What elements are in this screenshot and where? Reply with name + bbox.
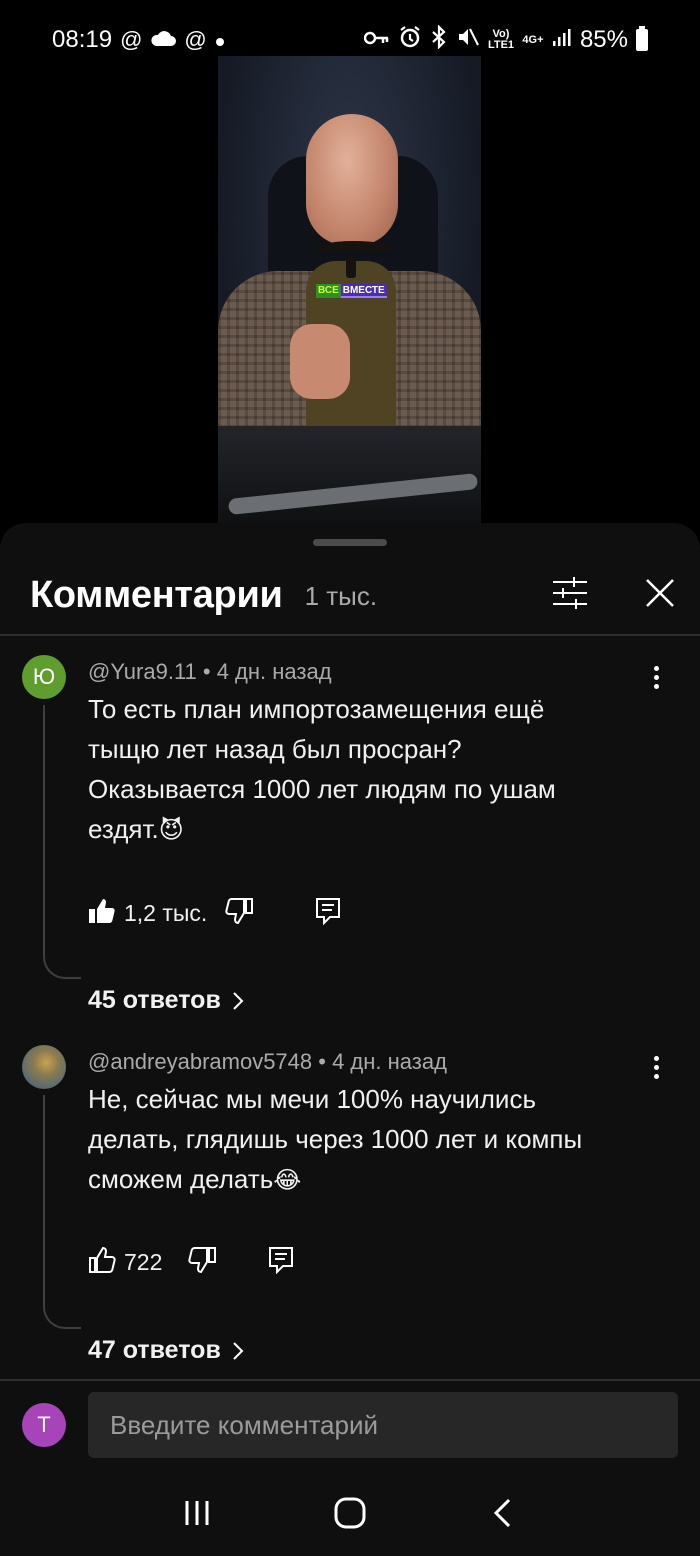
back-icon (494, 1498, 511, 1528)
close-icon (646, 579, 674, 607)
comment-input[interactable] (88, 1392, 678, 1458)
reply-button[interactable] (268, 1246, 294, 1279)
comment-line: тыщю лет назад был просран? (88, 734, 462, 764)
avatar[interactable] (22, 1045, 66, 1089)
alarm-icon (398, 25, 422, 56)
thumbs-up-filled-icon (89, 898, 115, 923)
comment-actions: 1,2 тыс. (88, 896, 341, 930)
recent-apps-button[interactable] (167, 1483, 227, 1543)
comment-text: Не, сейчас мы мечи 100% научились делать… (88, 1079, 668, 1201)
dislike-button[interactable] (225, 897, 254, 930)
status-right: Vo) LTE1 4G+ 85% (363, 23, 648, 56)
chevron-right-icon (233, 991, 244, 1010)
bluetooth-icon (430, 23, 448, 56)
comments-header: Комментарии 1 тыс. (30, 567, 674, 623)
video-player[interactable]: ВСЕ ВМЕСТЕ (218, 56, 481, 524)
video-caption: ВСЕ ВМЕСТЕ (316, 284, 387, 298)
caption-word-1: ВСЕ (316, 284, 341, 298)
comment-actions: 722 (88, 1245, 294, 1279)
dot (653, 683, 659, 689)
drag-handle[interactable] (313, 539, 387, 546)
clock: 08:19 (52, 26, 113, 53)
comment-line: Не, сейчас мы мечи 100% научились (88, 1084, 537, 1114)
like-count: 1,2 тыс. (124, 899, 208, 926)
comment-line-text: сможем делать (88, 1164, 274, 1194)
comment-line: Оказывается 1000 лет людям по ушам (88, 774, 556, 804)
video-goatee (346, 256, 356, 278)
system-nav-bar (0, 1470, 700, 1556)
thumbs-down-icon (225, 897, 254, 924)
comment-line: сможем делать😂 (88, 1159, 668, 1201)
like-count: 722 (124, 1248, 163, 1275)
dot-icon (215, 26, 225, 54)
screen: 08:19 @ @ Vo) LTE1 4G+ 85% ВСЕ ВМЕСТЕ Ко… (0, 0, 700, 1556)
comment-meta[interactable]: @Yura9.11 • 4 дн. назад (88, 659, 332, 685)
replies-link[interactable]: 47 ответов (88, 1336, 245, 1365)
caption-word-2: ВМЕСТЕ (340, 284, 387, 298)
thread-line (43, 1095, 81, 1329)
thread-line (43, 705, 81, 979)
replies-count: 47 ответов (88, 1336, 221, 1364)
recent-apps-icon (185, 1501, 209, 1525)
thumbs-down-icon (188, 1246, 217, 1273)
home-button[interactable] (320, 1483, 380, 1543)
battery-icon (636, 26, 648, 51)
replies-link[interactable]: 45 ответов (88, 986, 245, 1015)
dot (653, 665, 659, 671)
comments-count: 1 тыс. (304, 581, 378, 611)
at-icon: @ (120, 27, 143, 52)
video-fist (290, 324, 350, 399)
reply-icon (269, 1246, 294, 1274)
signal-icon (552, 26, 572, 54)
status-left: 08:19 @ @ (52, 26, 225, 54)
user-avatar: Т (22, 1403, 66, 1447)
reply-icon (316, 897, 341, 925)
reply-button[interactable] (315, 897, 341, 930)
dot (653, 1073, 659, 1079)
like-button[interactable] (88, 1246, 116, 1279)
dot (653, 674, 659, 680)
comments-sheet: Комментарии 1 тыс. Ю @Yura9.11 • 4 дн. н… (0, 523, 700, 1556)
replies-count: 45 ответов (88, 986, 221, 1014)
volte-icon: Vo) LTE1 (487, 28, 515, 51)
comment-line-text: ездят. (88, 814, 159, 844)
at-icon: @ (184, 27, 207, 52)
avatar[interactable]: Ю (22, 655, 66, 699)
comments-title: Комментарии (30, 573, 283, 616)
back-button[interactable] (473, 1483, 533, 1543)
header-divider (0, 634, 700, 636)
cloud-icon (150, 26, 177, 54)
4g-icon: 4G+ (522, 33, 544, 46)
home-icon (334, 1497, 366, 1529)
compose-divider (0, 1379, 700, 1381)
like-button[interactable] (88, 897, 116, 930)
sliders-icon (553, 577, 587, 609)
dot (653, 1055, 659, 1061)
battery-percent: 85% (579, 26, 628, 53)
mute-icon (456, 25, 480, 56)
chevron-right-icon (233, 1341, 244, 1360)
comment-line: То есть план импортозамещения ещё (88, 694, 545, 724)
comment-meta[interactable]: @andreyabramov5748 • 4 дн. назад (88, 1049, 447, 1075)
dot (653, 1064, 659, 1070)
key-icon (363, 26, 390, 54)
comment-text: То есть план импортозамещения ещё тыщю л… (88, 689, 668, 851)
sort-filter-button[interactable] (550, 573, 590, 613)
video-head (306, 114, 398, 246)
comment-line: ездят.😈 (88, 809, 668, 851)
close-button[interactable] (640, 573, 680, 613)
thumbs-up-icon (89, 1246, 116, 1273)
comment-line: делать, глядишь через 1000 лет и компы (88, 1124, 583, 1154)
dislike-button[interactable] (188, 1246, 217, 1279)
laughing-emoji: 😂 (273, 1167, 302, 1194)
devil-emoji: 😈 (158, 817, 184, 844)
